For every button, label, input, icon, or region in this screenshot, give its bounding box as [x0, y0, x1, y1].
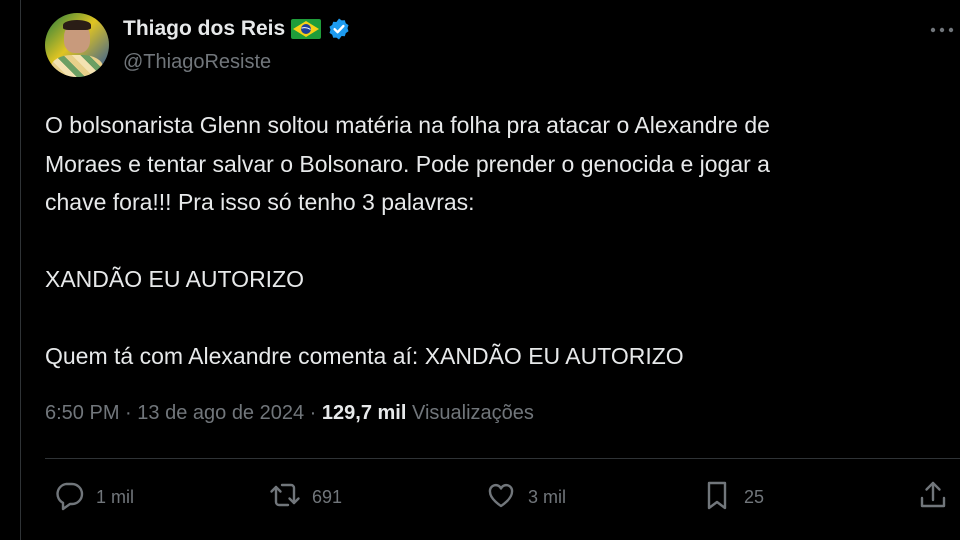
post-date[interactable]: 13 de ago de 2024 [137, 402, 304, 424]
brazil-flag-icon [291, 19, 322, 39]
post-time[interactable]: 6:50 PM [45, 402, 119, 424]
avatar[interactable] [45, 13, 109, 77]
share-icon [916, 478, 950, 517]
bookmark-icon [700, 478, 734, 517]
retweet-count: 691 [312, 487, 343, 507]
reply-button[interactable]: 1 mil [52, 478, 134, 517]
more-options-icon[interactable] [928, 18, 956, 42]
bookmark-button[interactable]: 25 [700, 478, 764, 517]
post-meta: 6:50 PM · 13 de ago de 2024 · 129,7 mil … [45, 402, 534, 425]
views-count[interactable]: 129,7 mil [322, 402, 407, 424]
share-button[interactable] [916, 478, 950, 517]
divider [45, 458, 960, 459]
retweet-icon [268, 478, 302, 517]
like-icon [484, 478, 518, 517]
like-count: 3 mil [528, 487, 567, 507]
meta-separator: · [309, 402, 317, 424]
retweet-button[interactable]: 691 [268, 478, 342, 517]
avatar-shirt [51, 55, 103, 77]
author-name-row: Thiago dos Reis [123, 17, 351, 41]
views-label: Visualizações [411, 402, 534, 424]
bookmark-count: 25 [744, 487, 765, 507]
avatar-hair [63, 20, 91, 30]
author-handle[interactable]: @ThiagoResiste [123, 51, 271, 74]
reply-icon [52, 478, 86, 517]
author-name[interactable]: Thiago dos Reis [123, 17, 285, 41]
verified-badge-icon [327, 17, 351, 41]
like-button[interactable]: 3 mil [484, 478, 566, 517]
reply-count: 1 mil [96, 487, 135, 507]
post-text: O bolsonarista Glenn soltou matéria na f… [45, 112, 770, 369]
meta-separator: · [125, 402, 132, 424]
